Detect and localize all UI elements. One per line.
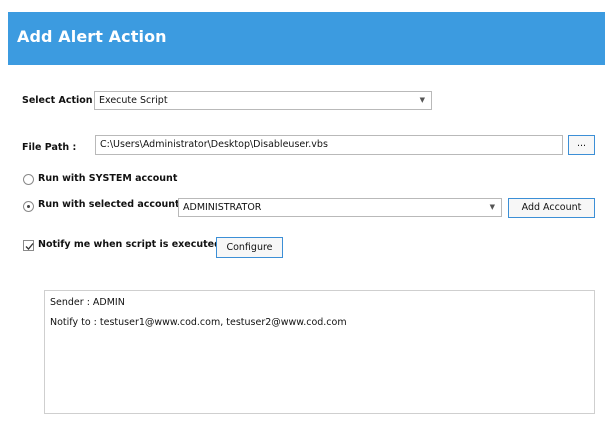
chevron-down-icon: ▼ <box>489 203 495 211</box>
browse-button[interactable]: ... <box>568 135 595 155</box>
configure-button[interactable]: Configure <box>216 237 283 258</box>
select-action-dropdown[interactable]: Execute Script ▼ <box>94 91 432 110</box>
dialog-title: Add Alert Action <box>17 27 167 46</box>
notify-label: Notify me when script is executed <box>38 239 221 250</box>
file-path-value: C:\Users\Administrator\Desktop\Disableus… <box>100 139 328 150</box>
notify-checkbox[interactable] <box>23 240 34 251</box>
message-notify-to: Notify to : testuser1@www.cod.com, testu… <box>50 317 347 328</box>
add-account-label: Add Account <box>521 202 582 213</box>
file-path-label: File Path : <box>22 142 77 153</box>
file-path-input[interactable]: C:\Users\Administrator\Desktop\Disableus… <box>95 135 563 155</box>
dialog-title-bar: Add Alert Action <box>8 12 605 65</box>
select-action-label: Select Action : <box>22 95 100 106</box>
radio-selected-dot <box>27 205 30 208</box>
add-account-button[interactable]: Add Account <box>508 198 595 218</box>
account-dropdown[interactable]: ADMINISTRATOR ▼ <box>178 198 502 217</box>
system-account-label: Run with SYSTEM account <box>38 173 178 184</box>
browse-button-label: ... <box>576 138 587 149</box>
configure-label: Configure <box>226 242 273 253</box>
selected-account-label: Run with selected account <box>38 199 180 210</box>
system-account-radio[interactable] <box>23 174 34 185</box>
notification-message-box[interactable]: Sender : ADMIN Notify to : testuser1@www… <box>44 290 595 414</box>
select-action-value: Execute Script <box>99 95 168 106</box>
account-value: ADMINISTRATOR <box>183 202 262 213</box>
checkmark-icon <box>25 243 34 250</box>
selected-account-radio[interactable] <box>23 201 34 212</box>
chevron-down-icon: ▼ <box>419 96 425 104</box>
message-sender: Sender : ADMIN <box>50 297 125 308</box>
